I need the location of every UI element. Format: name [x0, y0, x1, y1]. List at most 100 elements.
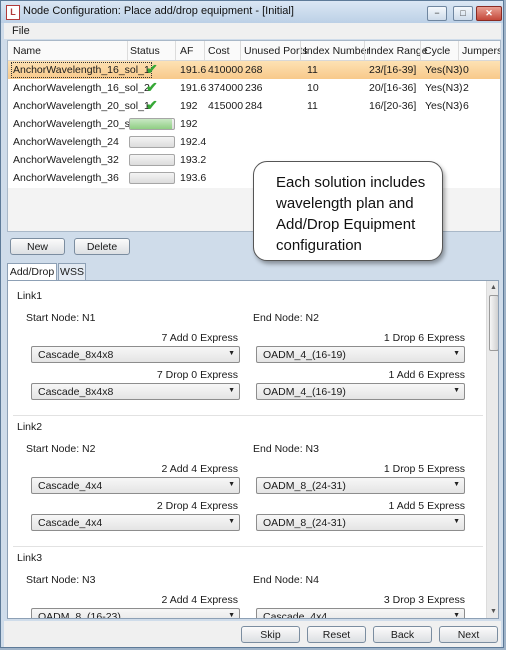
right-bottom-caption: 1 Add 5 Express: [388, 500, 465, 512]
select-value: Cascade_4x4: [38, 517, 103, 529]
cell-index-number: 11: [307, 100, 318, 112]
back-button[interactable]: Back: [373, 626, 432, 643]
right-top-equipment-select[interactable]: OADM_8_(24-31) ▼: [256, 477, 465, 494]
menu-bar: File: [4, 23, 501, 39]
table-row[interactable]: AnchorWavelength_20_sol_2 192: [8, 115, 500, 133]
table-row[interactable]: AnchorWavelength_16_sol_2 ✔ 191.6 374000…: [8, 79, 500, 97]
table-row[interactable]: AnchorWavelength_16_sol_1 ✔ 191.6 410000…: [8, 61, 500, 79]
add-drop-panel: Link1 Start Node: N1 End Node: N2 7 Add …: [7, 280, 499, 619]
right-top-equipment-select[interactable]: Cascade_4x4 ▼: [256, 608, 465, 619]
status-check-icon: ✔: [146, 97, 158, 113]
right-top-caption: 1 Drop 6 Express: [383, 332, 465, 344]
column-divider[interactable]: [204, 41, 205, 60]
table-row[interactable]: AnchorWavelength_20_sol_1 ✔ 192 415000 2…: [8, 97, 500, 115]
link-section: Link3 Start Node: N3 End Node: N4 2 Add …: [8, 543, 486, 619]
cell-index-number: 10: [307, 82, 319, 94]
cell-af: 192.4: [180, 136, 207, 148]
close-button[interactable]: ✕: [476, 6, 502, 21]
chevron-down-icon: ▼: [228, 612, 235, 619]
column-divider[interactable]: [240, 41, 241, 60]
right-bottom-equipment-select[interactable]: OADM_4_(16-19) ▼: [256, 383, 465, 400]
column-header-cost[interactable]: Cost: [208, 45, 230, 57]
scroll-down-icon[interactable]: ▼: [489, 607, 498, 616]
skip-button[interactable]: Skip: [241, 626, 300, 643]
column-header-status[interactable]: Status: [130, 45, 160, 57]
select-value: OADM_4_(16-19): [263, 349, 346, 361]
start-node-label: Start Node: N2: [26, 443, 96, 455]
left-top-caption: 2 Add 4 Express: [161, 463, 238, 475]
grid-header: Name Status AF Cost Unused Ports Index N…: [8, 41, 500, 61]
delete-button[interactable]: Delete: [74, 238, 130, 255]
column-header-af[interactable]: AF: [180, 45, 193, 57]
annotation-callout: Each solution includes wavelength plan a…: [253, 161, 443, 261]
cell-jumpers: 2: [463, 82, 469, 94]
cell-cost: 374000: [208, 82, 244, 94]
end-node-label: End Node: N4: [253, 574, 319, 586]
cell-cycle: Yes(N3): [425, 100, 463, 112]
callout-line: Each solution includes: [276, 174, 426, 191]
select-value: Cascade_4x4: [38, 480, 103, 492]
new-button[interactable]: New: [10, 238, 65, 255]
column-header-cycle[interactable]: Cycle: [424, 45, 450, 57]
left-bottom-equipment-select[interactable]: Cascade_4x4 ▼: [31, 514, 240, 531]
link-section: Link2 Start Node: N2 End Node: N3 2 Add …: [8, 412, 486, 540]
cell-name: AnchorWavelength_36: [13, 172, 119, 184]
cell-cost: 415000: [208, 100, 244, 112]
callout-line: configuration: [276, 237, 362, 254]
select-value: Cascade_8x4x8: [38, 349, 114, 361]
end-node-label: End Node: N2: [253, 312, 319, 324]
cell-af: 192: [180, 100, 198, 112]
left-bottom-equipment-select[interactable]: Cascade_8x4x8 ▼: [31, 383, 240, 400]
status-progress-bar: [129, 136, 175, 148]
menu-file[interactable]: File: [12, 25, 30, 37]
chevron-down-icon: ▼: [453, 350, 460, 357]
cell-name: AnchorWavelength_24: [13, 136, 119, 148]
right-top-caption: 1 Drop 5 Express: [383, 463, 465, 475]
callout-line: Add/Drop Equipment: [276, 216, 416, 233]
cell-cost: 410000: [208, 64, 244, 76]
column-divider[interactable]: [300, 41, 301, 60]
vertical-scrollbar[interactable]: ▲ ▼: [486, 281, 498, 618]
select-value: OADM_8_(16-23): [38, 611, 121, 619]
reset-button[interactable]: Reset: [307, 626, 366, 643]
left-top-equipment-select[interactable]: Cascade_8x4x8 ▼: [31, 346, 240, 363]
right-top-equipment-select[interactable]: OADM_4_(16-19) ▼: [256, 346, 465, 363]
window-title: Node Configuration: Place add/drop equip…: [23, 5, 294, 17]
chevron-down-icon: ▼: [228, 518, 235, 525]
progress-fill: [130, 119, 172, 129]
node-configuration-window: L Node Configuration: Place add/drop equ…: [0, 0, 504, 648]
right-bottom-caption: 1 Add 6 Express: [388, 369, 465, 381]
cell-af: 193.6: [180, 172, 207, 184]
right-bottom-equipment-select[interactable]: OADM_8_(24-31) ▼: [256, 514, 465, 531]
table-row[interactable]: AnchorWavelength_24 192.4: [8, 133, 500, 151]
next-button[interactable]: Next: [439, 626, 498, 643]
minimize-button[interactable]: −: [427, 6, 447, 21]
column-header-index-range[interactable]: Index Range: [368, 45, 428, 57]
column-header-unused-ports[interactable]: Unused Ports: [244, 45, 308, 57]
left-top-equipment-select[interactable]: Cascade_4x4 ▼: [31, 477, 240, 494]
column-divider[interactable]: [127, 41, 128, 60]
cell-name: AnchorWavelength_16_sol_2: [13, 82, 150, 94]
column-header-index-number[interactable]: Index Number: [304, 45, 370, 57]
start-node-label: Start Node: N1: [26, 312, 96, 324]
status-progress-bar: [129, 154, 175, 166]
maximize-button[interactable]: □: [453, 6, 473, 21]
column-divider[interactable]: [420, 41, 421, 60]
column-divider[interactable]: [175, 41, 176, 60]
left-top-caption: 2 Add 4 Express: [161, 594, 238, 606]
left-top-equipment-select[interactable]: OADM_8_(16-23) ▼: [31, 608, 240, 619]
left-bottom-caption: 7 Drop 0 Express: [156, 369, 238, 381]
column-header-name[interactable]: Name: [13, 45, 41, 57]
chevron-down-icon: ▼: [453, 612, 460, 619]
column-divider[interactable]: [364, 41, 365, 60]
scrollbar-thumb[interactable]: [489, 295, 498, 351]
tab-wss[interactable]: WSS: [58, 263, 86, 281]
column-header-jumpers[interactable]: Jumpers: [462, 45, 500, 57]
cell-unused-ports: 284: [245, 100, 263, 112]
select-value: Cascade_4x4: [263, 611, 328, 619]
link-title: Link3: [17, 552, 43, 564]
select-value: OADM_4_(16-19): [263, 386, 346, 398]
scroll-up-icon[interactable]: ▲: [489, 283, 498, 292]
column-divider[interactable]: [458, 41, 459, 60]
title-bar[interactable]: L Node Configuration: Place add/drop equ…: [1, 1, 503, 23]
